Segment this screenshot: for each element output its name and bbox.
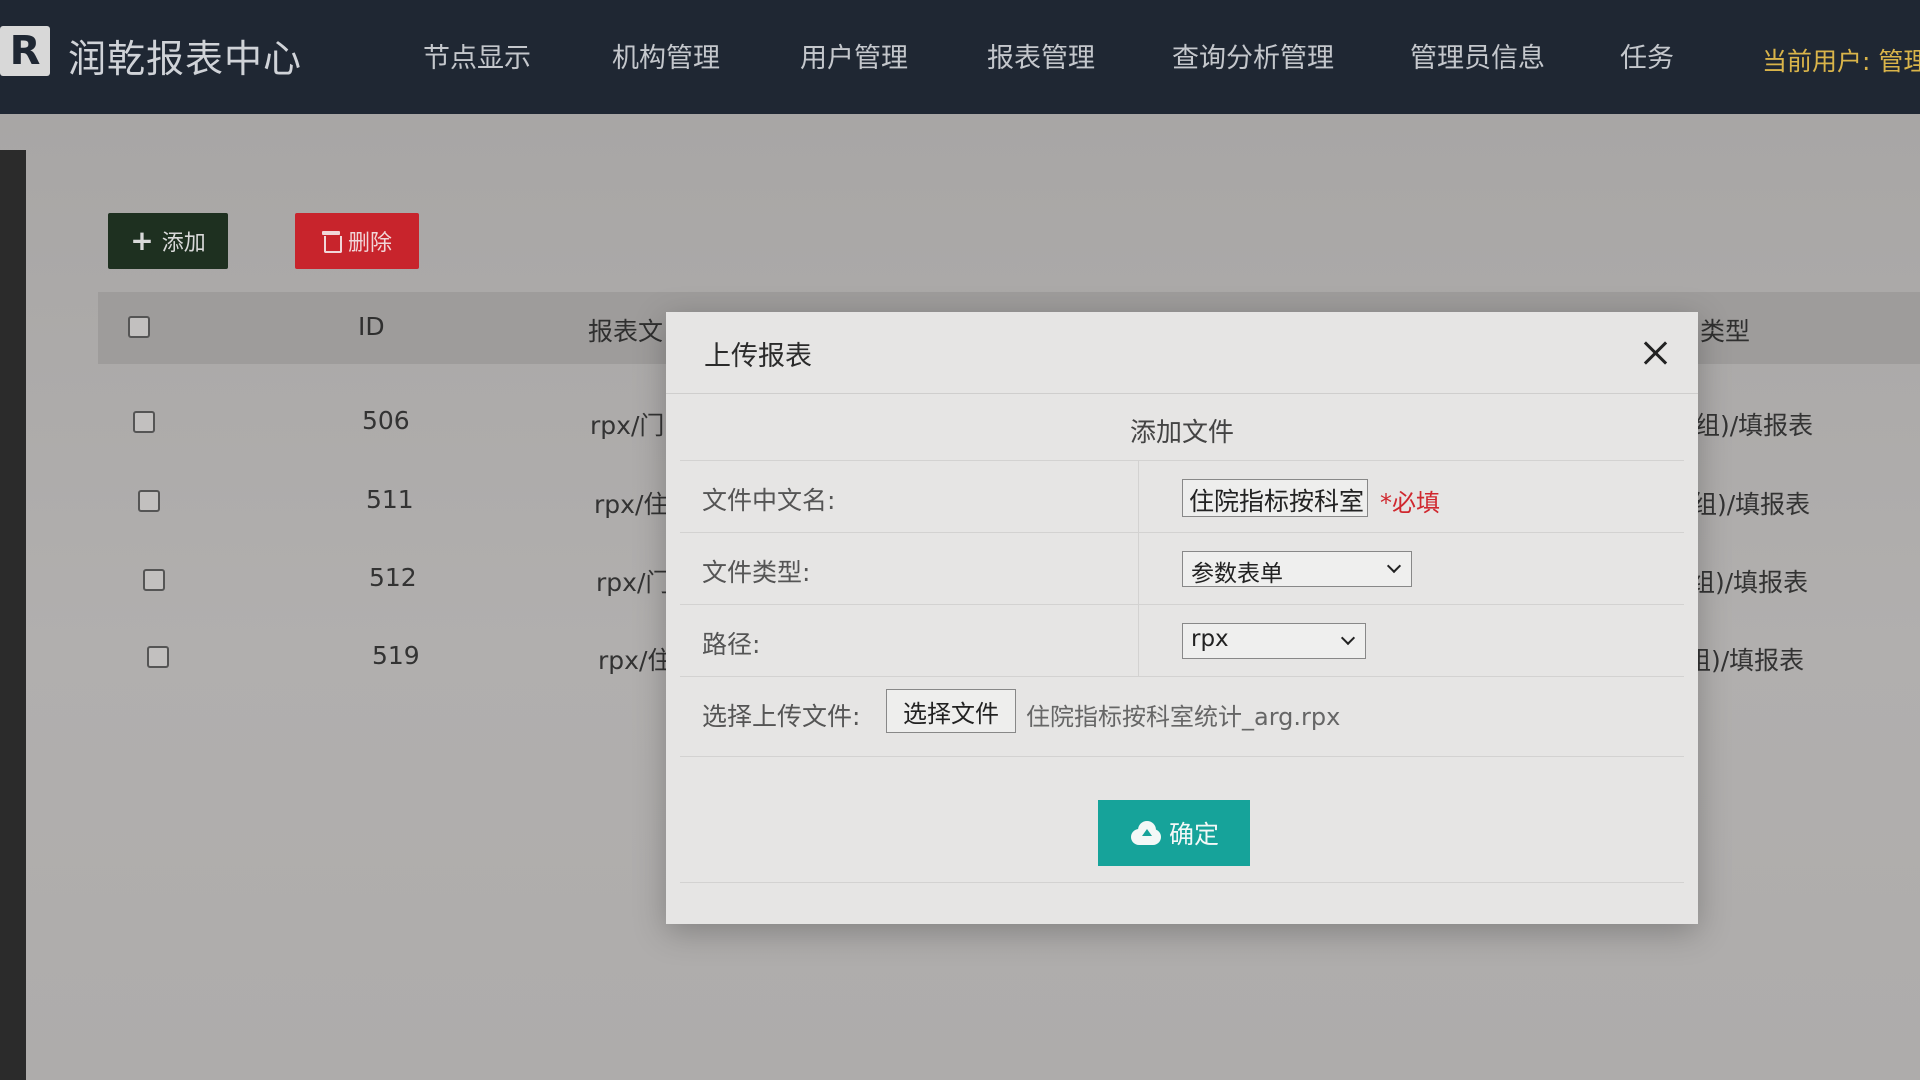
row-divider: [1138, 533, 1139, 604]
nav-admin-info[interactable]: 管理员信息: [1410, 36, 1545, 75]
file-name-row: 文件中文名: 住院指标按科室 *必填: [680, 460, 1684, 532]
cloud-upload-icon: [1129, 821, 1163, 845]
column-header-id: ID: [358, 312, 385, 341]
add-button-label: 添加: [161, 231, 206, 256]
close-icon[interactable]: [1638, 336, 1672, 370]
nav-tasks[interactable]: 任务: [1620, 36, 1674, 75]
dialog-title: 上传报表: [704, 341, 812, 372]
row-divider: [1138, 605, 1139, 676]
required-marker: *必填: [1380, 489, 1440, 517]
row-checkbox[interactable]: [147, 646, 169, 668]
chosen-file-name: 住院指标按科室统计_arg.rpx: [1026, 703, 1341, 731]
path-row: 路径: rpx: [680, 604, 1684, 676]
nav-node-display[interactable]: 节点显示: [423, 36, 531, 75]
path-select[interactable]: rpx: [1182, 623, 1366, 659]
row-checkbox[interactable]: [138, 490, 160, 512]
select-all-checkbox[interactable]: [128, 316, 150, 338]
nav-report-management[interactable]: 报表管理: [987, 36, 1095, 75]
brand-title: 润乾报表中心: [68, 37, 303, 81]
row-type: 组)/填报表: [1692, 490, 1811, 519]
dialog-header: 上传报表: [666, 312, 1698, 394]
chevron-down-icon: [1386, 558, 1402, 574]
current-user-label: 当前用户: 管理: [1762, 47, 1920, 76]
column-header-name: 报表文: [588, 317, 664, 346]
row-divider: [680, 756, 1684, 757]
path-label: 路径:: [702, 630, 761, 659]
row-name[interactable]: rpx/门i: [590, 406, 671, 442]
row-id: 519: [372, 641, 420, 670]
upload-report-dialog: 上传报表 添加文件 文件中文名: 住院指标按科室 *必填 文件类型: 参数表单 …: [666, 312, 1698, 924]
file-type-select[interactable]: 参数表单: [1182, 551, 1412, 587]
top-navigation-bar: R 润乾报表中心 节点显示 机构管理 用户管理 报表管理 查询分析管理 管理员信…: [0, 0, 1920, 114]
choose-file-button[interactable]: 选择文件: [886, 689, 1016, 733]
row-id: 511: [366, 485, 414, 514]
trash-icon: [321, 231, 342, 253]
row-divider: [1138, 461, 1139, 532]
file-type-value: 参数表单: [1191, 561, 1283, 587]
row-type: 组)/填报表: [1686, 646, 1805, 675]
logo-icon: R: [0, 26, 50, 76]
file-name-label: 文件中文名:: [702, 486, 836, 515]
column-header-type: 类型: [1700, 317, 1751, 346]
screen-edge: [0, 150, 26, 1080]
row-checkbox[interactable]: [143, 569, 165, 591]
dialog-bottom-rule: [680, 882, 1684, 883]
add-button[interactable]: + 添加: [108, 213, 228, 269]
section-title: 添加文件: [1129, 418, 1234, 448]
file-type-row: 文件类型: 参数表单: [680, 532, 1684, 604]
path-value: rpx: [1191, 626, 1229, 652]
delete-button[interactable]: 删除: [295, 213, 419, 269]
upload-file-row: 选择上传文件: 选择文件 住院指标按科室统计_arg.rpx: [680, 676, 1684, 756]
confirm-button[interactable]: 确定: [1098, 800, 1250, 866]
upload-file-label: 选择上传文件:: [702, 702, 861, 731]
delete-button-label: 删除: [347, 231, 392, 256]
row-type: 组)/填报表: [1695, 411, 1814, 440]
nav-org-management[interactable]: 机构管理: [612, 36, 720, 75]
file-name-input[interactable]: 住院指标按科室: [1182, 479, 1368, 517]
row-id: 512: [369, 563, 417, 592]
confirm-button-label: 确定: [1168, 820, 1219, 849]
nav-user-management[interactable]: 用户管理: [800, 36, 908, 75]
file-type-label: 文件类型:: [702, 558, 811, 587]
chevron-down-icon: [1340, 630, 1356, 646]
nav-query-analysis-management[interactable]: 查询分析管理: [1172, 36, 1334, 75]
row-name[interactable]: rpx/住l: [594, 485, 675, 521]
row-type: 组)/填报表: [1690, 568, 1809, 597]
row-checkbox[interactable]: [133, 411, 155, 433]
row-id: 506: [362, 406, 410, 435]
plus-icon: +: [130, 224, 154, 257]
